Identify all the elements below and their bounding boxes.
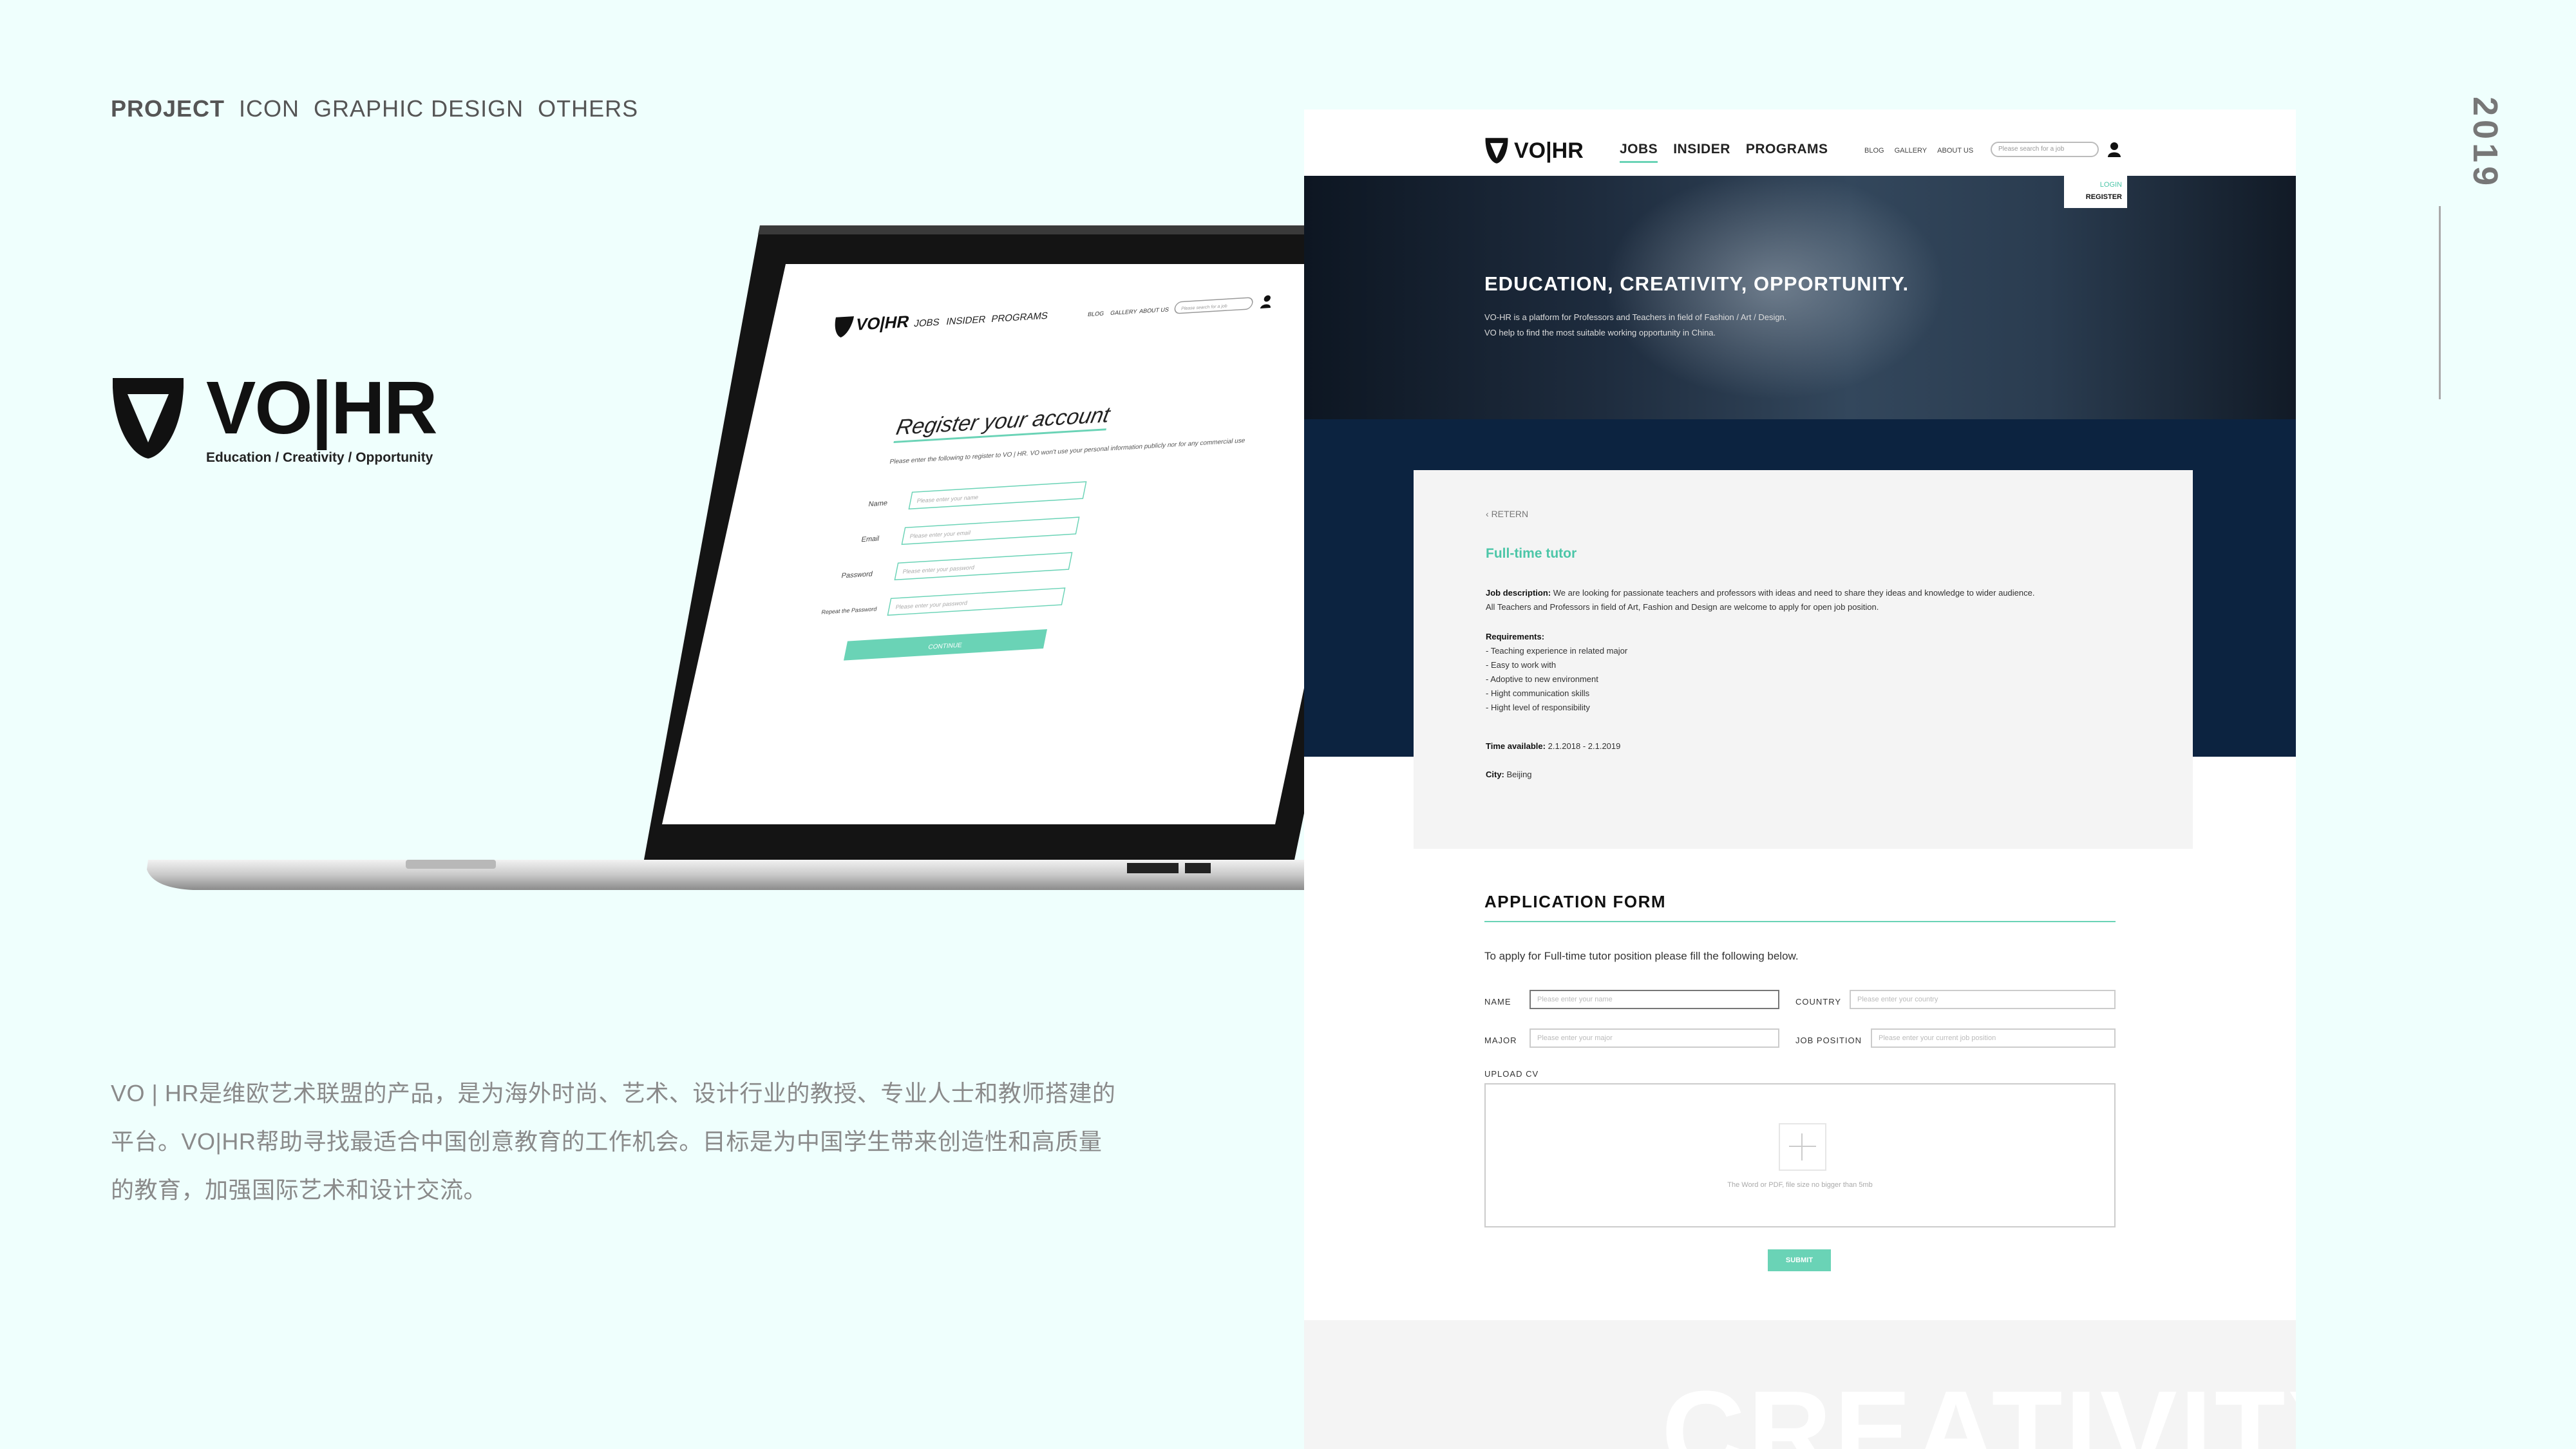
year-label: 2019 <box>2466 97 2505 190</box>
creativity-watermark: CREATIVITY <box>1662 1367 2296 1449</box>
job-card: ‹ RETERN Full-time tutor Job description… <box>1414 470 2193 849</box>
nav-item-project[interactable]: PROJECT <box>111 95 225 122</box>
site-nav-gallery[interactable]: GALLERY <box>1895 147 1927 155</box>
nav-item-graphic-design[interactable]: GRAPHIC DESIGN <box>314 95 524 122</box>
laptop-nav-jobs[interactable]: JOBS <box>913 317 941 329</box>
site-brand-name: VO|HR <box>1514 138 1584 163</box>
nav-item-others[interactable]: OTHERS <box>538 95 638 122</box>
laptop-base <box>147 860 1436 890</box>
city-value: Beijing <box>1506 770 1532 779</box>
time-value: 2.1.2018 - 2.1.2019 <box>1548 741 1621 751</box>
job-title: Full-time tutor <box>1486 546 1577 561</box>
login-link[interactable]: LOGIN <box>2069 179 2122 191</box>
site-nav-jobs[interactable]: JOBS <box>1620 142 1658 163</box>
job-time: Time available: 2.1.2018 - 2.1.2019 <box>1486 739 1620 753</box>
hero-banner: LOGIN REGISTER EDUCATION, CREATIVITY, OP… <box>1304 176 2296 419</box>
name-label: NAME <box>1484 997 1511 1007</box>
job-description: Job description: We are looking for pass… <box>1486 586 2034 600</box>
site-nav-links: JOBS INSIDER PROGRAMS <box>1620 142 1828 163</box>
return-link[interactable]: ‹ RETERN <box>1486 509 1528 519</box>
laptop-nav-blog[interactable]: BLOG <box>1087 310 1104 317</box>
job-description-text-2: All Teachers and Professors in field of … <box>1486 602 1879 612</box>
time-label: Time available: <box>1486 741 1546 751</box>
hero-title: EDUCATION, CREATIVITY, OPPORTUNITY. <box>1484 272 1909 295</box>
register-link[interactable]: REGISTER <box>2069 191 2122 204</box>
laptop-field-label: Email <box>860 535 880 544</box>
name-input[interactable]: Please enter your name <box>1530 990 1779 1009</box>
upload-cv-label: UPLOAD CV <box>1484 1069 1539 1079</box>
description-line: 平台。VO|HR帮助寻找最适合中国创意教育的工作机会。目标是为中国学生带来创造性… <box>111 1128 1103 1155</box>
submit-button[interactable]: SUBMIT <box>1768 1249 1831 1271</box>
job-requirements: Requirements: - Teaching experience in r… <box>1486 630 1627 715</box>
plus-icon[interactable] <box>1779 1123 1826 1171</box>
laptop-screen <box>662 264 1394 824</box>
description-line: VO | HR是维欧艺术联盟的产品，是为海外时尚、艺术、设计行业的教授、专业人士… <box>111 1080 1116 1106</box>
hero-text-line: VO-HR is a platform for Professors and T… <box>1484 312 1787 322</box>
job-description-text: We are looking for passionate teachers a… <box>1553 588 2035 598</box>
requirement-item: - Adoptive to new environment <box>1486 674 1598 684</box>
website-mockup: VO|HR JOBS INSIDER PROGRAMS BLOG GALLERY… <box>1304 109 2296 1449</box>
laptop-brand: VO|HR <box>854 312 911 334</box>
site-header: VO|HR JOBS INSIDER PROGRAMS BLOG GALLERY… <box>1304 109 2296 176</box>
site-nav-blog[interactable]: BLOG <box>1864 147 1884 155</box>
site-nav-secondary: BLOG GALLERY ABOUT US <box>1864 147 1973 155</box>
requirement-item: - Easy to work with <box>1486 660 1557 670</box>
site-nav-programs[interactable]: PROGRAMS <box>1746 142 1828 163</box>
site-nav-insider[interactable]: INSIDER <box>1673 142 1730 163</box>
hero-text-line: VO help to find the most suitable workin… <box>1484 328 1716 337</box>
year-divider <box>2439 206 2441 399</box>
country-label: COUNTRY <box>1795 997 1842 1007</box>
requirement-item: - Hight communication skills <box>1486 688 1590 698</box>
site-search-input[interactable]: Please search for a job <box>1991 142 2099 157</box>
upload-cv-dropzone[interactable]: The Word or PDF, file size no bigger tha… <box>1484 1083 2116 1227</box>
requirements-label: Requirements: <box>1486 632 1545 641</box>
job-position-label: JOB POSITION <box>1795 1036 1862 1045</box>
application-form-title: APPLICATION FORM <box>1484 892 1667 911</box>
return-label: RETERN <box>1491 509 1529 519</box>
city-label: City: <box>1486 770 1504 779</box>
upload-hint: The Word or PDF, file size no bigger tha… <box>1727 1181 1873 1189</box>
job-position-input[interactable]: Please enter your current job position <box>1871 1028 2116 1048</box>
chevron-left-icon: ‹ <box>1486 509 1492 519</box>
bottom-banner: CREATIVITY <box>1304 1320 2296 1449</box>
major-input[interactable]: Please enter your major <box>1530 1028 1779 1048</box>
laptop-mockup: VO|HR JOBS INSIDER PROGRAMS BLOG GALLERY… <box>147 225 1436 890</box>
country-input[interactable]: Please enter your country <box>1850 990 2116 1009</box>
requirement-item: - Hight level of responsibility <box>1486 703 1590 712</box>
job-description-label: Job description: <box>1486 588 1551 598</box>
form-intro: To apply for Full-time tutor position pl… <box>1484 950 1799 962</box>
laptop-field-label: Name <box>867 500 888 509</box>
site-nav-about[interactable]: ABOUT US <box>1937 147 1973 155</box>
user-icon[interactable] <box>2107 142 2121 157</box>
project-description: VO | HR是维欧艺术联盟的产品，是为海外时尚、艺术、设计行业的教授、专业人士… <box>111 1069 1167 1214</box>
description-line: 的教育，加强国际艺术和设计交流。 <box>111 1177 488 1203</box>
nav-item-icon[interactable]: ICON <box>239 95 299 122</box>
shield-logo-icon <box>1485 138 1508 164</box>
major-label: MAJOR <box>1484 1036 1517 1045</box>
job-city: City: Beijing <box>1486 768 1532 782</box>
form-divider <box>1484 921 2116 922</box>
site-logo[interactable]: VO|HR <box>1484 137 1584 165</box>
login-dropdown: LOGIN REGISTER <box>2064 176 2127 208</box>
requirement-item: - Teaching experience in related major <box>1486 646 1628 656</box>
top-nav: PROJECT ICON GRAPHIC DESIGN OTHERS <box>111 95 638 122</box>
